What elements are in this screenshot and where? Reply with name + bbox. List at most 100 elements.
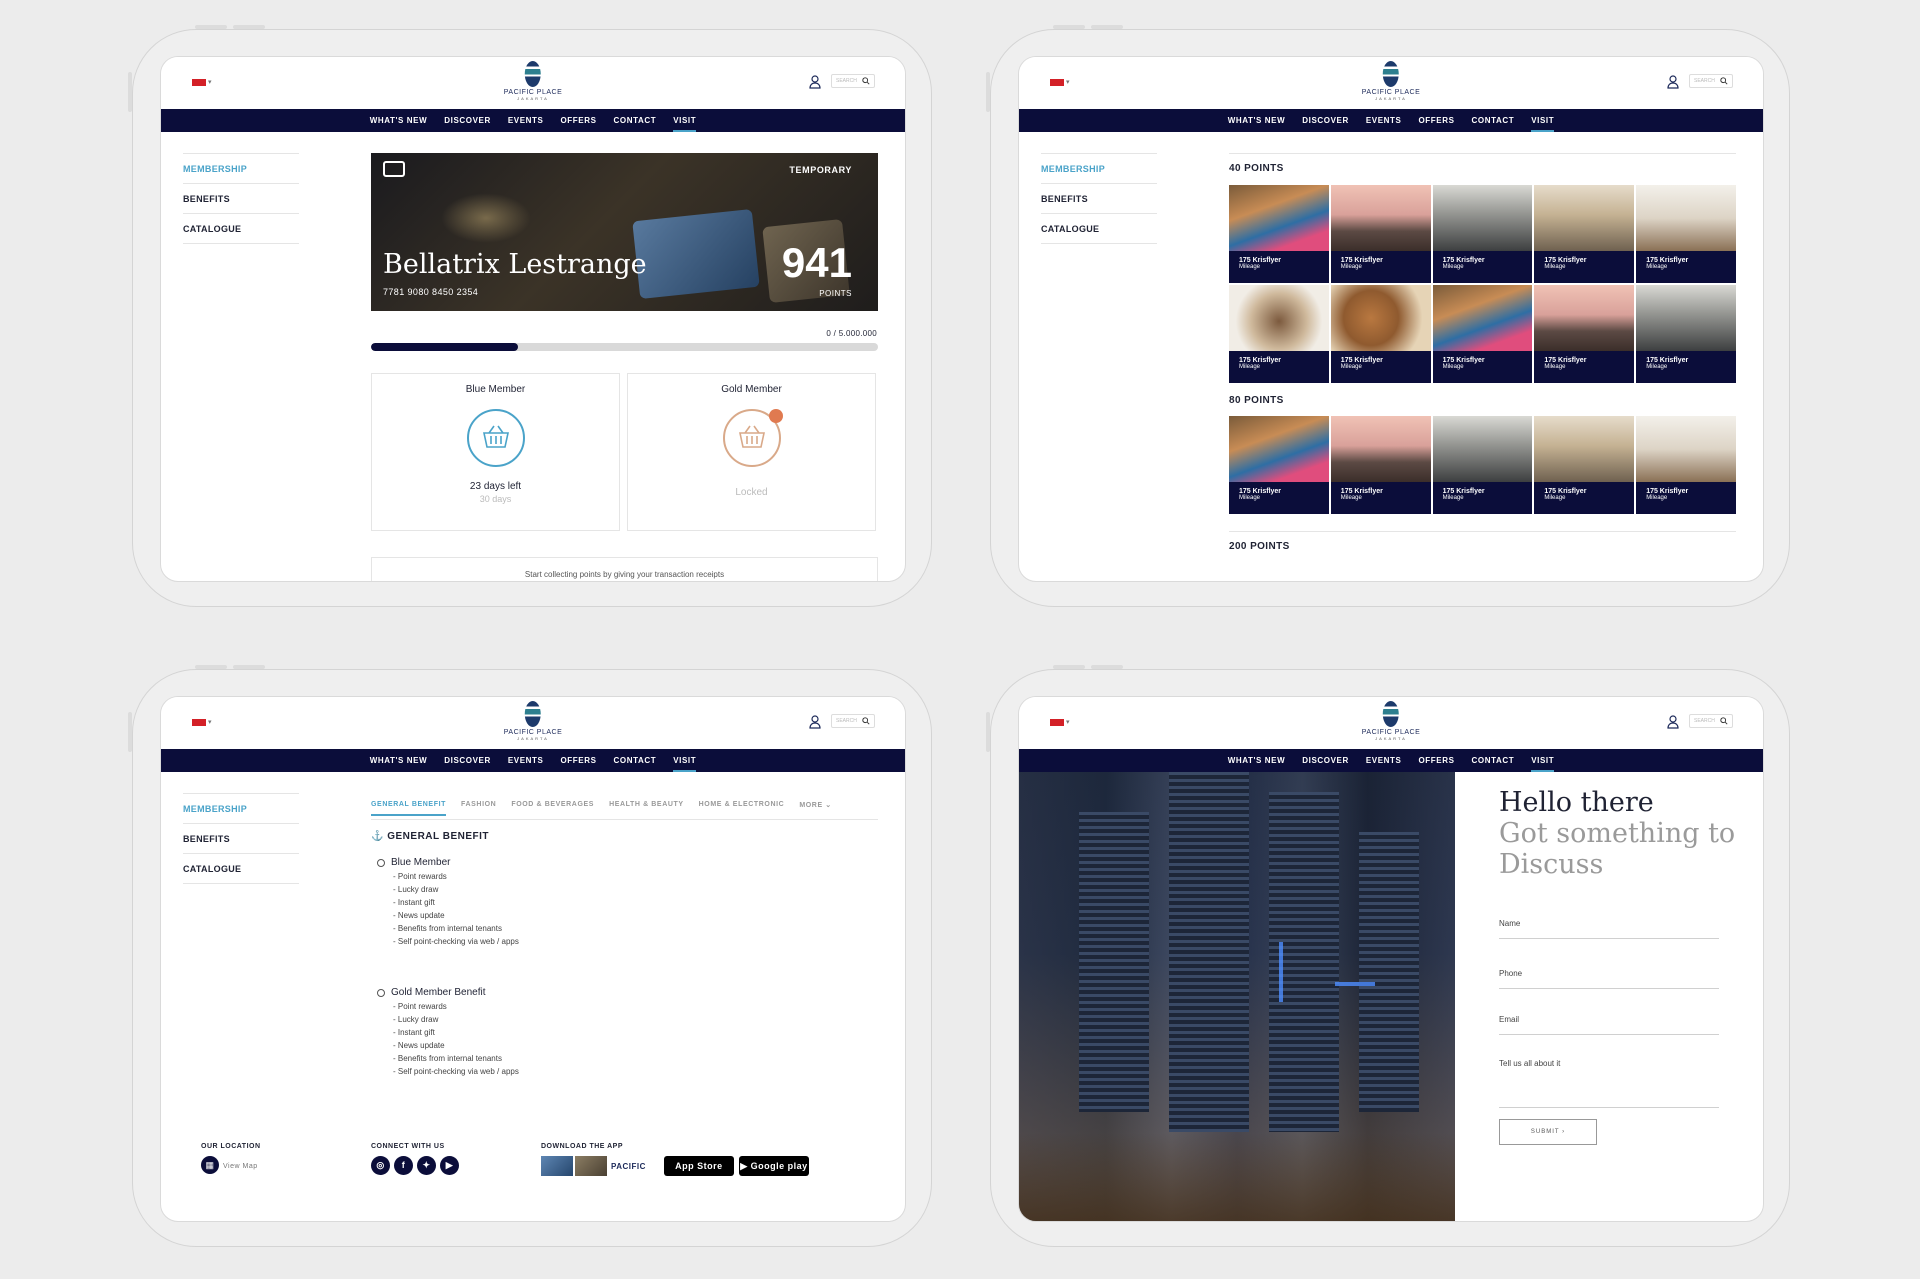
sidebar-item-catalogue[interactable]: CATALOGUE [183,214,299,244]
logo[interactable]: PACIFIC PLACE JAKARTA [1362,61,1421,101]
language-flag-icon[interactable] [192,79,206,86]
logo[interactable]: PACIFIC PLACE JAKARTA [1362,701,1421,741]
tab-home-electronic[interactable]: HOME & ELECTRONIC [699,801,785,816]
nav-whats-new[interactable]: WHAT'S NEW [1228,116,1286,125]
submit-button[interactable]: SUBMIT › [1499,1119,1597,1145]
catalogue-tile[interactable]: 175 Krisflyer Mileage [1636,185,1736,283]
search-icon[interactable] [1720,717,1728,725]
nav-whats-new[interactable]: WHAT'S NEW [1228,756,1286,765]
email-field[interactable]: Email [1499,1015,1719,1035]
tile-subtitle: Mileage [1340,264,1362,270]
catalogue-tile[interactable]: 175 Krisflyer Mileage [1534,416,1635,514]
tab-fashion[interactable]: FASHION [461,801,496,816]
tier-gold[interactable]: Gold Member Locked [627,373,876,531]
catalogue-tile[interactable]: 175 Krisflyer Mileage [1636,285,1736,383]
catalogue-tile[interactable]: 175 Krisflyer Mileage [1330,285,1431,383]
nav-discover[interactable]: DISCOVER [444,116,491,125]
user-icon[interactable] [809,715,821,729]
sidebar-item-membership[interactable]: MEMBERSHIP [183,153,299,184]
nav-offers[interactable]: OFFERS [1418,116,1454,125]
catalogue-tile[interactable]: 175 Krisflyer Mileage [1229,285,1329,383]
search-icon[interactable] [862,77,870,85]
tile-title: 175 Krisflyer [1646,488,1689,495]
sidebar-item-catalogue[interactable]: CATALOGUE [1041,214,1157,244]
tab-health-beauty[interactable]: HEALTH & BEAUTY [609,801,684,816]
phone-field[interactable]: Phone [1499,969,1719,989]
sidebar-item-benefits[interactable]: BENEFITS [183,824,299,854]
chevron-down-icon[interactable]: ▾ [208,718,212,726]
language-flag-icon[interactable] [192,719,206,726]
search-input[interactable]: SEARCH [831,74,875,88]
logo[interactable]: PACIFIC PLACE JAKARTA [504,701,563,741]
sidebar-item-benefits[interactable]: BENEFITS [183,184,299,214]
search-input[interactable]: SEARCH [831,714,875,728]
twitter-icon[interactable]: ✦ [417,1156,436,1175]
nav-whats-new[interactable]: WHAT'S NEW [370,756,428,765]
catalogue-tile[interactable]: 175 Krisflyer Mileage [1330,185,1431,283]
user-icon[interactable] [1667,715,1679,729]
language-flag-icon[interactable] [1050,719,1064,726]
catalogue-tile[interactable]: 175 Krisflyer Mileage [1432,285,1533,383]
nav-discover[interactable]: DISCOVER [444,756,491,765]
catalogue-tile[interactable]: 175 Krisflyer Mileage [1432,416,1533,514]
catalogue-tile[interactable]: 175 Krisflyer Mileage [1330,416,1431,514]
nav-discover[interactable]: DISCOVER [1302,756,1349,765]
tab-food-beverages[interactable]: FOOD & BEVERAGES [511,801,594,816]
catalogue-tile[interactable]: 175 Krisflyer Mileage [1636,416,1736,514]
nav-contact[interactable]: CONTACT [614,116,657,125]
search-placeholder: SEARCH [1694,78,1715,84]
sidebar-item-benefits[interactable]: BENEFITS [1041,184,1157,214]
nav-events[interactable]: EVENTS [1366,756,1402,765]
catalogue-tile[interactable]: 175 Krisflyer Mileage [1534,285,1635,383]
catalogue-tile[interactable]: 175 Krisflyer Mileage [1534,185,1635,283]
tier-title: Gold Member [721,384,782,395]
nav-contact[interactable]: CONTACT [1472,756,1515,765]
nav-events[interactable]: EVENTS [1366,116,1402,125]
app-store-button[interactable]: App Store [663,1156,734,1176]
nav-contact[interactable]: CONTACT [1472,116,1515,125]
tab-general-benefit[interactable]: GENERAL BENEFIT [371,801,446,816]
nav-visit[interactable]: VISIT [1531,116,1555,132]
catalogue-tile[interactable]: 175 Krisflyer Mileage [1432,185,1533,283]
view-map-link[interactable]: ▦ View Map [201,1156,261,1174]
nav-whats-new[interactable]: WHAT'S NEW [370,116,428,125]
search-icon[interactable] [1720,77,1728,85]
nav-offers[interactable]: OFFERS [560,116,596,125]
nav-events[interactable]: EVENTS [508,756,544,765]
logo[interactable]: PACIFIC PLACE JAKARTA [504,61,563,101]
user-icon[interactable] [809,75,821,89]
main-nav: WHAT'S NEW DISCOVER EVENTS OFFERS CONTAC… [1019,109,1763,132]
nav-offers[interactable]: OFFERS [560,756,596,765]
tier-blue[interactable]: Blue Member 23 days left 30 days [371,373,620,531]
facebook-icon[interactable]: f [394,1156,413,1175]
search-icon[interactable] [862,717,870,725]
nav-visit[interactable]: VISIT [1531,756,1555,772]
sidebar-item-membership[interactable]: MEMBERSHIP [183,793,299,824]
sidebar-item-catalogue[interactable]: CATALOGUE [183,854,299,884]
language-flag-icon[interactable] [1050,79,1064,86]
tab-more[interactable]: MORE ⌄ [799,801,831,816]
chevron-down-icon[interactable]: ▾ [1066,78,1070,86]
chevron-down-icon[interactable]: ▾ [1066,718,1070,726]
sidebar-item-membership[interactable]: MEMBERSHIP [1041,153,1157,184]
nav-visit[interactable]: VISIT [673,756,697,772]
nav-offers[interactable]: OFFERS [1418,756,1454,765]
user-icon[interactable] [1667,75,1679,89]
nav-visit[interactable]: VISIT [673,116,697,132]
nav-events[interactable]: EVENTS [508,116,544,125]
name-field[interactable]: Name [1499,919,1719,939]
catalogue-tile[interactable]: 175 Krisflyer Mileage [1229,185,1329,283]
search-input[interactable]: SEARCH [1689,714,1733,728]
chevron-down-icon[interactable]: ▾ [208,78,212,86]
nav-discover[interactable]: DISCOVER [1302,116,1349,125]
tile-label: 175 Krisflyer Mileage [1330,351,1431,383]
catalogue-tile[interactable]: 175 Krisflyer Mileage [1229,416,1329,514]
google-play-button[interactable]: ▶ Google play [738,1156,809,1176]
instagram-icon[interactable]: ◎ [371,1156,390,1175]
youtube-icon[interactable]: ▶ [440,1156,459,1175]
search-input[interactable]: SEARCH [1689,74,1733,88]
list-item: - Benefits from internal tenants [393,924,502,933]
nav-contact[interactable]: CONTACT [614,756,657,765]
message-field[interactable]: Tell us all about it [1499,1059,1719,1108]
tile-label: 175 Krisflyer Mileage [1229,351,1329,383]
